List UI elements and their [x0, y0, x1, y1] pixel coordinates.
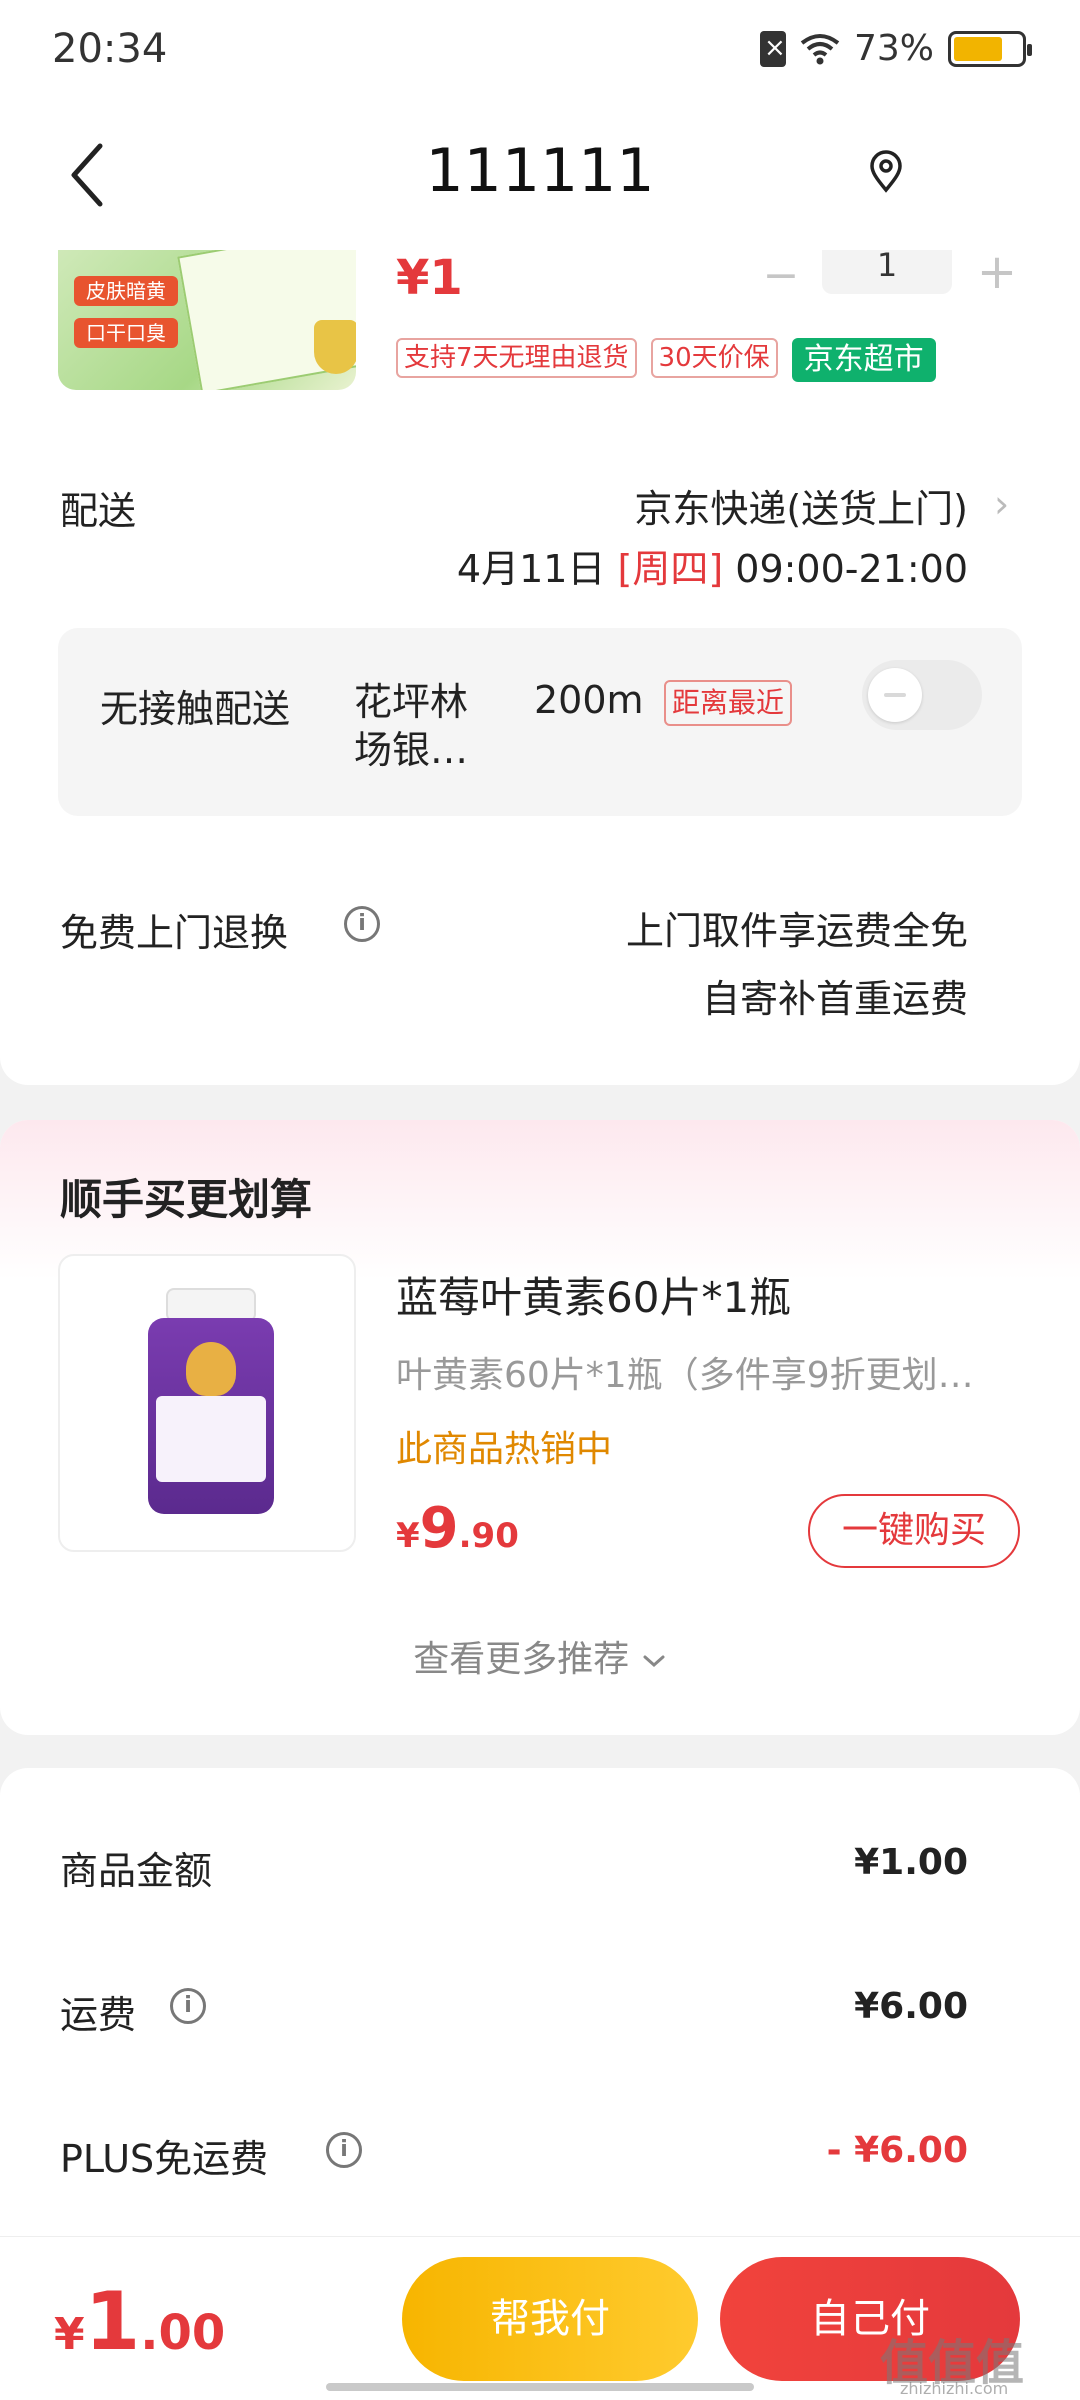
price-decimal: .90 [458, 1516, 519, 1556]
pickup-distance: 200m [534, 678, 644, 722]
recommend-card: 顺手买更划算 蓝莓叶黄素60片*1瓶 叶黄素60片*1瓶（多件享9折更划… 此商… [0, 1120, 1080, 1735]
total-integer: 1 [84, 2275, 141, 2368]
thumb-tag: 皮肤暗黄 [74, 276, 178, 306]
qty-minus-button[interactable]: − [756, 250, 806, 301]
owl-mascot-icon [186, 1342, 236, 1396]
chevron-down-icon [643, 1655, 665, 1668]
wifi-icon [800, 33, 840, 64]
price-protect-tag: 30天价保 [650, 338, 778, 378]
nearest-badge: 距离最近 [664, 680, 793, 726]
free-return-label: 免费上门退换 [60, 911, 289, 955]
shield-icon [314, 320, 356, 374]
status-bar: 20:34 73% [0, 0, 1080, 100]
status-icons: 73% [759, 28, 1032, 69]
total-symbol: ¥ [54, 2309, 85, 2360]
price-integer: 9 [419, 1496, 459, 1561]
no-contact-delivery-box: 无接触配送 花坪林场银… 200m 距离最近 [58, 628, 1022, 816]
status-time: 20:34 [52, 26, 168, 72]
shipping-label: 配送 [60, 489, 137, 533]
shipping-carrier[interactable]: 京东快递(送货上门) [634, 478, 968, 533]
more-recommend-link[interactable]: 查看更多推荐 [0, 1630, 1080, 1682]
location-pin-icon[interactable] [866, 150, 906, 194]
info-icon[interactable]: i [344, 906, 380, 942]
battery-percent: 73% [853, 28, 934, 69]
shipping-date[interactable]: 4月11日 [周四] 09:00-21:00 [457, 538, 968, 593]
recommend-product-name[interactable]: 蓝莓叶黄素60片*1瓶 [396, 1264, 791, 1325]
home-indicator[interactable] [326, 2383, 754, 2391]
goods-amount-value: ¥1.00 [854, 1842, 968, 1883]
no-contact-title: 无接触配送 [100, 687, 291, 731]
watermark-url: zhizhizhi.com [900, 2379, 1009, 2398]
ship-time-range: 09:00-21:00 [735, 547, 968, 591]
product-thumbnail[interactable]: 皮肤暗黄 口干口臭 [58, 250, 356, 390]
shipping-fee-value: ¥6.00 [854, 1986, 968, 2027]
hot-sale-text: 此商品热销中 [396, 1429, 613, 1470]
no-contact-toggle[interactable] [862, 660, 982, 730]
sim-off-icon [759, 30, 786, 67]
bottle-label [156, 1396, 266, 1482]
quantity-field[interactable]: 1 [822, 249, 952, 294]
bottle-cap [166, 1288, 256, 1322]
thumb-tag: 口干口臭 [74, 318, 178, 348]
recommend-product-image[interactable] [58, 1254, 356, 1552]
price-summary-card: 商品金额 ¥1.00 运费 i ¥6.00 PLUS免运费 i - ¥6.00 [0, 1768, 1080, 2268]
return-policy-tag: 支持7天无理由退货 [396, 338, 637, 378]
return-self-send-text: 自寄补首重运费 [701, 977, 968, 1021]
recommend-price: ¥9.90 [396, 1496, 519, 1561]
order-item-card: 皮肤暗黄 口干口臭 ¥1 − 1 + 支持7天无理由退货 30天价保 京东超市 … [0, 244, 1080, 1085]
return-pickup-text: 上门取件享运费全免 [625, 909, 968, 953]
plus-discount-value: - ¥6.00 [826, 2130, 968, 2171]
info-icon[interactable]: i [170, 1988, 206, 2024]
checkout-bar: ¥1.00 帮我付 自己付 值值值 zhizhizhi.com [0, 2236, 1080, 2400]
battery-icon [948, 30, 1032, 67]
service-tags: 支持7天无理由退货 30天价保 京东超市 [396, 338, 936, 382]
goods-amount-label: 商品金额 [60, 1849, 213, 1893]
plus-free-shipping-label: PLUS免运费 [60, 2137, 269, 2181]
qty-plus-button[interactable]: + [972, 244, 1022, 300]
price-symbol: ¥ [396, 1516, 420, 1556]
total-price: ¥1.00 [54, 2275, 225, 2368]
info-icon[interactable]: i [326, 2132, 362, 2168]
jd-supermarket-tag: 京东超市 [791, 338, 936, 382]
shipping-fee-label: 运费 [60, 1993, 137, 2037]
chevron-right-icon[interactable]: › [994, 482, 1009, 526]
page-title: 111111 [425, 136, 655, 206]
pickup-place: 花坪林场银… [354, 680, 469, 772]
help-me-pay-button[interactable]: 帮我付 [402, 2257, 698, 2381]
one-click-buy-button[interactable]: 一键购买 [808, 1494, 1020, 1568]
ship-date-day: 4月11日 [456, 547, 606, 591]
recommend-title: 顺手买更划算 [60, 1175, 313, 1224]
page-header: 111111 [0, 100, 1080, 250]
more-recommend-label: 查看更多推荐 [413, 1639, 630, 1680]
ship-weekday: [周四] [617, 547, 724, 591]
product-price: ¥1 [396, 250, 463, 306]
toggle-knob [868, 668, 922, 722]
recommend-product-desc: 叶黄素60片*1瓶（多件享9折更划… [396, 1355, 974, 1396]
total-decimal: .00 [140, 2305, 226, 2361]
